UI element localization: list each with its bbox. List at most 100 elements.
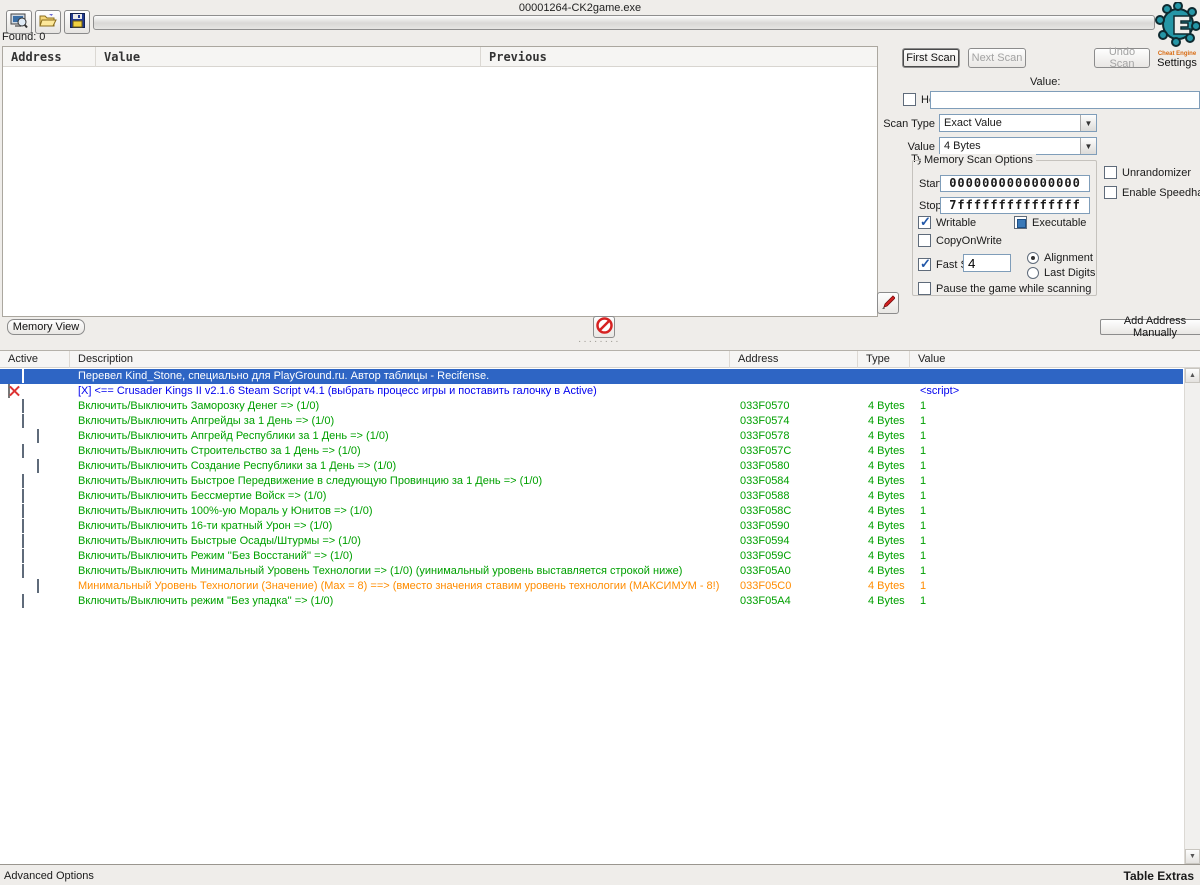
settings-link[interactable]: Settings bbox=[1154, 57, 1200, 69]
fast-scan-checkbox[interactable] bbox=[918, 258, 931, 271]
table-row[interactable]: Включить/Выключить Апгрейд Республики за… bbox=[0, 429, 1183, 444]
table-row[interactable]: Включить/Выключить режим ''Без упадка'' … bbox=[0, 594, 1183, 609]
table-row[interactable]: Включить/Выключить Апгрейды за 1 День =>… bbox=[0, 414, 1183, 429]
col-type[interactable]: Type bbox=[858, 351, 910, 368]
hex-checkbox[interactable] bbox=[903, 93, 916, 106]
table-row[interactable]: Включить/Выключить Бессмертие Войск => (… bbox=[0, 489, 1183, 504]
row-type: 4 Bytes bbox=[868, 460, 905, 472]
table-row[interactable]: Включить/Выключить Режим ''Без Восстаний… bbox=[0, 549, 1183, 564]
row-type: 4 Bytes bbox=[868, 400, 905, 412]
table-row[interactable]: Включить/Выключить 100%-ую Мораль у Юнит… bbox=[0, 504, 1183, 519]
scroll-down-icon[interactable]: ▼ bbox=[1185, 849, 1200, 864]
active-checkbox[interactable] bbox=[22, 399, 24, 413]
chevron-down-icon[interactable]: ▼ bbox=[1080, 138, 1096, 154]
fast-scan-alignment-input[interactable] bbox=[963, 254, 1011, 272]
scan-type-select[interactable]: Exact Value ▼ bbox=[939, 114, 1097, 132]
memory-view-button[interactable]: Memory View bbox=[7, 319, 85, 335]
row-description: Включить/Выключить Бессмертие Войск => (… bbox=[78, 490, 326, 502]
row-address: 033F0578 bbox=[740, 430, 790, 442]
row-address: 033F0590 bbox=[740, 520, 790, 532]
scan-value-input[interactable] bbox=[930, 91, 1200, 109]
row-value: 1 bbox=[920, 565, 926, 577]
enable-speedhack-label: Enable Speedhack bbox=[1122, 187, 1200, 199]
window-title: 00001264-CK2game.exe bbox=[0, 2, 1160, 14]
row-description: Включить/Выключить Апгрейд Республики за… bbox=[78, 430, 389, 442]
start-label: Start bbox=[919, 178, 942, 190]
row-type: 4 Bytes bbox=[868, 520, 905, 532]
found-list[interactable]: Address Value Previous bbox=[2, 46, 878, 317]
enable-speedhack-checkbox[interactable] bbox=[1104, 186, 1117, 199]
row-value: 1 bbox=[920, 415, 926, 427]
col-description[interactable]: Description bbox=[70, 351, 730, 368]
unrandomizer-checkbox[interactable] bbox=[1104, 166, 1117, 179]
value-type-select[interactable]: 4 Bytes ▼ bbox=[939, 137, 1097, 155]
pause-game-checkbox[interactable] bbox=[918, 282, 931, 295]
active-checkbox[interactable] bbox=[22, 504, 24, 518]
alignment-radio[interactable] bbox=[1027, 252, 1039, 264]
last-digits-radio[interactable] bbox=[1027, 267, 1039, 279]
active-checkbox[interactable] bbox=[22, 369, 24, 383]
active-checkbox[interactable] bbox=[22, 519, 24, 533]
active-checkbox[interactable] bbox=[22, 564, 24, 578]
active-checkbox[interactable] bbox=[22, 474, 24, 488]
copyonwrite-checkbox[interactable] bbox=[918, 234, 931, 247]
active-checkbox[interactable] bbox=[37, 459, 39, 473]
advanced-options-link[interactable]: Advanced Options bbox=[4, 870, 94, 882]
row-description: Минимальный Уровень Технологии (Значение… bbox=[78, 580, 719, 592]
chevron-down-icon[interactable]: ▼ bbox=[1080, 115, 1096, 131]
stop-address-input[interactable]: 7fffffffffffffff bbox=[940, 197, 1090, 214]
executable-checkbox[interactable] bbox=[1014, 216, 1027, 229]
table-row[interactable]: [X] <== Crusader Kings II v2.1.6 Steam S… bbox=[0, 384, 1183, 399]
row-address: 033F0588 bbox=[740, 490, 790, 502]
cancel-scan-button[interactable] bbox=[593, 316, 615, 338]
row-description: Включить/Выключить 16-ти кратный Урон =>… bbox=[78, 520, 332, 532]
cheat-table: Active Description Address Type Value Пе… bbox=[0, 350, 1200, 864]
edit-scan-settings-button[interactable] bbox=[877, 292, 899, 314]
row-type: 4 Bytes bbox=[868, 415, 905, 427]
table-row[interactable]: Включить/Выключить 16-ти кратный Урон =>… bbox=[0, 519, 1183, 534]
add-address-manually-button[interactable]: Add Address Manually bbox=[1100, 319, 1200, 335]
start-address-input[interactable]: 0000000000000000 bbox=[940, 175, 1090, 192]
active-checkbox[interactable] bbox=[37, 579, 39, 593]
table-scrollbar[interactable]: ▲ ▼ bbox=[1184, 368, 1200, 864]
undo-scan-button[interactable]: Undo Scan bbox=[1094, 48, 1150, 68]
scroll-up-icon[interactable]: ▲ bbox=[1185, 368, 1200, 383]
active-checkbox[interactable] bbox=[22, 414, 24, 428]
table-row[interactable]: Минимальный Уровень Технологии (Значение… bbox=[0, 579, 1183, 594]
row-value: 1 bbox=[920, 520, 926, 532]
found-col-address[interactable]: Address bbox=[3, 47, 96, 67]
active-checkbox[interactable] bbox=[8, 384, 10, 398]
first-scan-button[interactable]: First Scan bbox=[902, 48, 960, 68]
table-row[interactable]: Включить/Выключить Быстрое Передвижение … bbox=[0, 474, 1183, 489]
table-row[interactable]: Включить/Выключить Минимальный Уровень Т… bbox=[0, 564, 1183, 579]
table-extras-link[interactable]: Table Extras bbox=[1124, 869, 1194, 883]
active-checkbox[interactable] bbox=[22, 489, 24, 503]
found-col-previous[interactable]: Previous bbox=[481, 47, 877, 67]
table-row[interactable]: Включить/Выключить Быстрые Осады/Штурмы … bbox=[0, 534, 1183, 549]
table-row[interactable]: Включить/Выключить Заморозку Денег => (1… bbox=[0, 399, 1183, 414]
active-checkbox[interactable] bbox=[22, 594, 24, 608]
col-value[interactable]: Value bbox=[910, 351, 1200, 368]
row-value: 1 bbox=[920, 505, 926, 517]
active-checkbox[interactable] bbox=[37, 429, 39, 443]
cheat-engine-logo-icon[interactable] bbox=[1154, 39, 1200, 51]
row-value: 1 bbox=[920, 550, 926, 562]
value-type-value: 4 Bytes bbox=[944, 140, 981, 152]
active-checkbox[interactable] bbox=[22, 444, 24, 458]
cheat-engine-window: 00001264-CK2game.exe bbox=[0, 0, 1200, 885]
found-col-value[interactable]: Value bbox=[96, 47, 481, 67]
table-row[interactable]: Перевел Kind_Stone, специально для PlayG… bbox=[0, 369, 1183, 384]
splitter-handle[interactable]: ········ bbox=[578, 336, 621, 347]
next-scan-button[interactable]: Next Scan bbox=[968, 48, 1026, 68]
writable-checkbox[interactable] bbox=[918, 216, 931, 229]
save-table-button[interactable] bbox=[64, 10, 90, 34]
table-row[interactable]: Включить/Выключить Строительство за 1 Де… bbox=[0, 444, 1183, 459]
active-checkbox[interactable] bbox=[22, 549, 24, 563]
table-row[interactable]: Включить/Выключить Создание Республики з… bbox=[0, 459, 1183, 474]
col-active[interactable]: Active bbox=[0, 351, 70, 368]
row-address: 033F0574 bbox=[740, 415, 790, 427]
stop-label: Stop bbox=[919, 200, 942, 212]
no-entry-icon bbox=[596, 317, 613, 337]
col-address[interactable]: Address bbox=[730, 351, 858, 368]
active-checkbox[interactable] bbox=[22, 534, 24, 548]
